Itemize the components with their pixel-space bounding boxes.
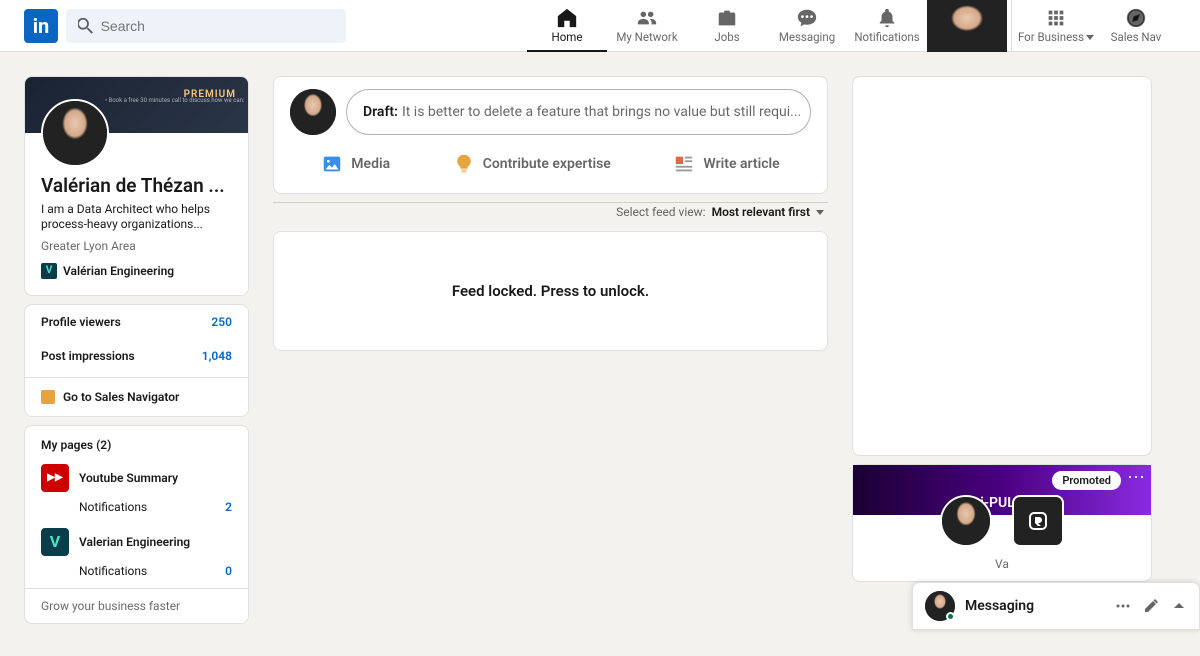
nav-me[interactable]: Me: [927, 0, 1007, 52]
more-icon[interactable]: [1115, 598, 1131, 614]
pages-footer-link[interactable]: Grow your business faster: [25, 588, 248, 623]
stats-card: Profile viewers 250 Post impressions 1,0…: [24, 304, 249, 417]
promoted-label: Promoted: [1052, 471, 1121, 490]
briefcase-icon: [716, 7, 738, 29]
nav-home[interactable]: Home: [527, 0, 607, 52]
nav-my-network[interactable]: My Network: [607, 0, 687, 52]
nav-sales-nav[interactable]: Sales Nav: [1096, 0, 1176, 52]
post-impressions-count: 1,048: [202, 349, 232, 363]
search-box[interactable]: [66, 9, 346, 43]
media-button[interactable]: Media: [309, 143, 402, 185]
draft-prefix: Draft:: [363, 104, 398, 120]
linkedin-logo[interactable]: in: [24, 9, 58, 43]
bell-icon: [876, 7, 898, 29]
messaging-dock[interactable]: Messaging: [912, 582, 1200, 630]
chevron-down-icon: [1086, 35, 1094, 40]
search-input[interactable]: [101, 18, 334, 34]
image-icon: [321, 153, 343, 175]
promoted-card[interactable]: Promoted ⋯ ai-PULSE Va: [852, 464, 1152, 582]
me-avatar: [956, 7, 978, 29]
lightbulb-icon: [453, 153, 475, 175]
start-post-button[interactable]: Draft: It is better to delete a feature …: [346, 89, 811, 135]
page-notifications-row[interactable]: Notifications 0: [25, 560, 248, 588]
nav-messaging[interactable]: Messaging: [767, 0, 847, 52]
chevron-down-icon: [816, 210, 824, 215]
main-content: PREMIUM • Book a free 30 minutes call to…: [0, 52, 1200, 656]
compose-icon[interactable]: [1143, 598, 1159, 614]
feed-column: Draft: It is better to delete a feature …: [273, 76, 828, 632]
nav-jobs[interactable]: Jobs: [687, 0, 767, 52]
page-valerian-engineering[interactable]: V Valerian Engineering: [25, 524, 248, 560]
promoted-cover: Promoted ⋯ ai-PULSE: [853, 465, 1151, 515]
promoted-text: Va: [853, 547, 1151, 581]
more-icon[interactable]: ⋯: [1127, 471, 1145, 485]
profile-headline: I am a Data Architect who helps process-…: [41, 202, 232, 233]
profile-location: Greater Lyon Area: [41, 239, 232, 253]
notification-count: 0: [225, 564, 232, 578]
promoted-company-logo: [1012, 495, 1064, 547]
article-icon: [673, 153, 695, 175]
feed-locked-card[interactable]: Feed locked. Press to unlock.: [273, 231, 828, 351]
compass-icon: [1125, 7, 1147, 29]
sales-nav-icon: [41, 390, 55, 404]
grid-icon: [1045, 7, 1067, 29]
write-article-button[interactable]: Write article: [661, 143, 791, 185]
nav-separator: [1011, 0, 1012, 52]
search-icon: [78, 18, 93, 34]
notification-count: 2: [225, 500, 232, 514]
profile-name[interactable]: Valérian de Thézan ...: [41, 175, 232, 198]
primary-nav: Home My Network Jobs Messaging Notificat…: [527, 0, 1176, 52]
company-logo-icon: V: [41, 263, 57, 279]
home-icon: [556, 7, 578, 29]
profile-viewers-count: 250: [211, 315, 232, 329]
ad-placeholder: [852, 76, 1152, 456]
youtube-logo-icon: ▶▶: [41, 464, 69, 492]
left-sidebar: PREMIUM • Book a free 30 minutes call to…: [24, 76, 249, 632]
page-notifications-row[interactable]: Notifications 2: [25, 496, 248, 524]
chevron-up-icon[interactable]: [1171, 598, 1187, 614]
composer-avatar[interactable]: [290, 89, 336, 135]
feed-locked-message: Feed locked. Press to unlock.: [274, 232, 827, 350]
post-impressions-row[interactable]: Post impressions 1,048: [25, 339, 248, 373]
my-pages-title: My pages (2): [25, 426, 248, 460]
page-youtube-summary[interactable]: ▶▶ Youtube Summary: [25, 460, 248, 496]
right-sidebar: Promoted ⋯ ai-PULSE Va: [852, 76, 1152, 632]
global-header: in Home My Network Jobs Messaging Notifi…: [0, 0, 1200, 52]
contribute-expertise-button[interactable]: Contribute expertise: [441, 143, 623, 185]
chat-icon: [796, 7, 818, 29]
cover-tagline: • Book a free 30 minutes call to discuss…: [105, 97, 244, 105]
draft-preview-text: It is better to delete a feature that br…: [402, 104, 801, 120]
feed-sort-selector[interactable]: Select feed view: Most relevant first: [273, 202, 828, 223]
profile-card[interactable]: PREMIUM • Book a free 30 minutes call to…: [24, 76, 249, 296]
valerian-logo-icon: V: [41, 528, 69, 556]
people-icon: [636, 7, 658, 29]
nav-business[interactable]: For Business: [1016, 0, 1096, 52]
feed-sort-value: Most relevant first: [712, 205, 810, 219]
company-name: Valérian Engineering: [63, 264, 174, 278]
promoted-user-avatar: [940, 495, 992, 547]
profile-viewers-row[interactable]: Profile viewers 250: [25, 305, 248, 339]
nav-notifications[interactable]: Notifications: [847, 0, 927, 52]
my-pages-card: My pages (2) ▶▶ Youtube Summary Notifica…: [24, 425, 249, 624]
profile-avatar[interactable]: [41, 99, 109, 167]
sales-navigator-link[interactable]: Go to Sales Navigator: [25, 377, 248, 416]
post-composer: Draft: It is better to delete a feature …: [273, 76, 828, 194]
messaging-title: Messaging: [965, 598, 1105, 614]
online-status-icon: [946, 612, 955, 621]
profile-company[interactable]: V Valérian Engineering: [41, 263, 232, 279]
